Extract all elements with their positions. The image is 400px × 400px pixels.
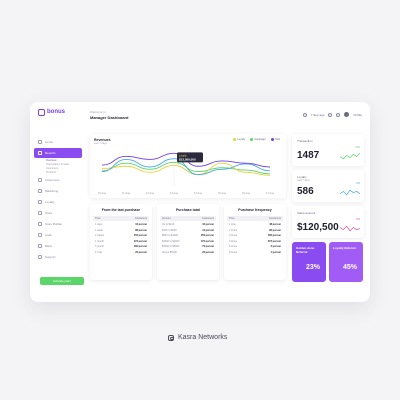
stat-value: 586 — [297, 186, 314, 197]
sidebar-item-marketing[interactable]: Marketing — [34, 186, 82, 196]
logo[interactable]: bonus — [38, 107, 82, 117]
store-icon — [38, 211, 42, 215]
bank-icon — [38, 244, 42, 248]
instagram-icon — [168, 334, 174, 341]
sidebar-item-bank[interactable]: Bank — [34, 241, 82, 251]
author-credit: Kasra Networks — [168, 334, 227, 341]
sparkline-path — [340, 152, 360, 160]
sparkline — [340, 152, 360, 160]
support-icon — [38, 255, 42, 259]
x-tick-label: 12 Aug — [146, 191, 155, 195]
trend-badge: 8% — [356, 218, 360, 221]
promo-golden-referral[interactable]: Golden done Referral 23% — [292, 242, 326, 282]
profile-label[interactable]: Profile — [353, 113, 362, 117]
revenue-chart[interactable]: 10 Aug 11 Aug 12 Aug 13 Aug 14 Aug 15 Aug 16 A… — [90, 134, 286, 198]
activate-plan-button[interactable]: Activate plan! — [40, 277, 84, 285]
table-purchase-frequency: Purchase frequency Time Customers 1 time 4… — [224, 204, 286, 280]
table-title: From the last purchase — [101, 208, 141, 212]
table-header: Amount Customers — [160, 216, 216, 221]
sparkline-path — [340, 189, 360, 196]
stat-value: $120,500 — [297, 222, 339, 233]
promo-loyalty-referral[interactable]: Loyalty Referral 45% — [329, 242, 363, 282]
x-tick-label: 11 Aug — [122, 191, 130, 195]
megaphone-icon — [38, 189, 42, 193]
series-line-2 — [101, 162, 271, 176]
stat-loyalty[interactable]: Loyalty Last 7 days 8% 586 — [292, 170, 364, 202]
x-tick-label: 13 Aug — [170, 191, 179, 195]
promo-value: 45% — [342, 264, 357, 271]
sidebar-item-customers[interactable]: Customers — [34, 175, 82, 185]
users-icon — [38, 178, 42, 182]
home-icon — [38, 140, 42, 144]
sidebar-item-cash[interactable]: Cash — [34, 230, 82, 240]
dashboard-window: bonus Home Reports Overview Transactions… — [30, 102, 370, 302]
reports-icon — [38, 151, 42, 155]
table-header: Time Customers — [227, 216, 283, 221]
stat-value: 1487 — [297, 150, 320, 161]
x-tick-label: 10 Aug — [98, 191, 107, 195]
avatar[interactable] — [344, 112, 350, 117]
table-row: Above $5000 22 person — [162, 250, 214, 254]
table-header: Time Customers — [93, 216, 149, 221]
builder-icon — [38, 222, 42, 226]
page-title: Manager Dashboard — [90, 115, 129, 120]
sparkline — [340, 225, 360, 232]
table-last-purchase: From the last purchase Time Customers 1 d… — [90, 204, 152, 280]
heart-icon — [38, 200, 42, 204]
x-tick-label: 17 Aug — [266, 191, 275, 195]
trend-badge: +3% — [354, 146, 360, 149]
page-header: Welcome to Manager Dashboard — [90, 110, 128, 120]
sidebar-item-store-builder[interactable]: Store Builder — [34, 219, 82, 229]
table-row: 1 Year 22 person — [95, 250, 147, 254]
top-toolbar: 7 Sep ago Profile — [302, 112, 362, 117]
sidebar-item-store[interactable]: Store — [34, 208, 82, 218]
x-tick-label: 16 Aug — [242, 191, 251, 195]
sidebar-item-home[interactable]: Home — [34, 137, 82, 147]
sidebar-nav: Home Reports Overview Transactions & Sal… — [34, 137, 82, 262]
welcome-text: Welcome to — [90, 110, 106, 114]
sidebar: bonus Home Reports Overview Transactions… — [30, 102, 86, 302]
trend-badge: 8% — [356, 182, 360, 185]
calendar-icon[interactable] — [302, 112, 307, 117]
stat-sales-amount[interactable]: Sales amount 8% $120,500 — [292, 206, 364, 238]
revenue-card: Revenues Last 7 days Loyalty Campaign To… — [90, 134, 286, 198]
sidebar-item-loyalty[interactable]: Loyalty — [34, 197, 82, 207]
chart-tooltip: Loyalty$12,500,000 — [177, 152, 203, 163]
x-tick-label: 15 Aug — [218, 191, 227, 195]
promo-value: 23% — [305, 264, 320, 271]
sidebar-item-support[interactable]: Support — [34, 252, 82, 262]
table-title: Purchase total — [175, 208, 201, 212]
logo-text: bonus — [47, 109, 65, 115]
table-title: Purchase frequency — [238, 208, 272, 212]
sparkline — [340, 189, 360, 196]
settings-icon[interactable] — [336, 112, 341, 117]
table-purchase-total: Purchase total Amount Customers Up to $10… — [157, 204, 219, 280]
bag-icon — [38, 108, 45, 116]
stat-transaction[interactable]: Transaction +3% 1487 — [292, 134, 364, 166]
tooltip-value: $12,500,000 — [179, 157, 196, 161]
x-tick-label: 14 Aug — [194, 191, 203, 195]
search-icon[interactable] — [328, 112, 333, 117]
cash-icon — [38, 233, 42, 237]
table-row: 6 times 1 person — [229, 250, 281, 254]
sidebar-item-reports[interactable]: Reports — [34, 148, 82, 158]
date-range[interactable]: 7 Sep ago — [311, 113, 325, 117]
sparkline-path — [340, 225, 360, 232]
